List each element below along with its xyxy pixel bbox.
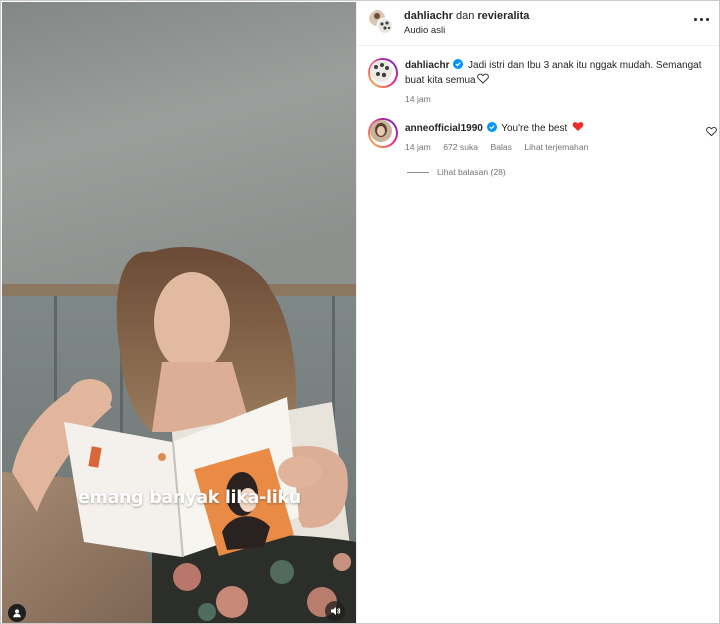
audio-link[interactable]: Audio asli bbox=[404, 25, 445, 36]
comments-panel: dahliachr dan revieralita Audio asli dah… bbox=[356, 2, 719, 623]
post-caption: dahliachr Jadi istri dan Ibu 3 anak itu … bbox=[405, 59, 705, 88]
collaborator-link[interactable]: revieralita bbox=[477, 10, 529, 22]
caption-text-line1: Jadi istri dan Ibu 3 anak itu nggak muda… bbox=[468, 60, 702, 71]
caption-username[interactable]: dahliachr bbox=[405, 60, 449, 71]
authors-joiner: dan bbox=[455, 10, 475, 22]
commenter-avatar[interactable] bbox=[368, 118, 398, 148]
comment-meta: 14 jam 672 suka Balas Lihat terjemahan bbox=[405, 142, 598, 152]
video-caption: emang banyak lika-liku bbox=[78, 488, 301, 508]
replies-divider bbox=[407, 171, 429, 173]
translate-button[interactable]: Lihat terjemahan bbox=[524, 142, 588, 152]
comment-likes[interactable]: 672 suka bbox=[443, 142, 478, 152]
video-frame bbox=[2, 2, 356, 623]
more-options-icon[interactable] bbox=[694, 14, 712, 24]
post-header: dahliachr dan revieralita Audio asli bbox=[357, 2, 719, 46]
sound-on-icon[interactable] bbox=[325, 601, 345, 621]
user-tag-icon[interactable] bbox=[8, 604, 26, 622]
collab-avatars[interactable] bbox=[368, 9, 394, 35]
comment-time: 14 jam bbox=[405, 142, 431, 152]
caption-time: 14 jam bbox=[405, 94, 431, 104]
white-heart-icon bbox=[476, 73, 489, 84]
view-replies-label: Lihat balasan (28) bbox=[437, 167, 506, 177]
comment-username[interactable]: anneofficial1990 bbox=[405, 123, 483, 134]
reel-video[interactable]: emang banyak lika-liku bbox=[2, 2, 356, 623]
like-comment-icon[interactable] bbox=[706, 126, 717, 137]
post-authors: dahliachr dan revieralita bbox=[404, 10, 529, 22]
red-heart-icon bbox=[572, 122, 584, 131]
view-replies-button[interactable]: Lihat balasan (28) bbox=[407, 167, 506, 177]
verified-badge-icon bbox=[486, 122, 497, 132]
caption-author-avatar[interactable] bbox=[368, 58, 398, 88]
verified-badge-icon bbox=[453, 59, 464, 69]
reply-button[interactable]: Balas bbox=[490, 142, 512, 152]
caption-text-line2: buat kita semua bbox=[405, 75, 476, 86]
comment-list-item: anneofficial1990 You're the best bbox=[405, 121, 695, 136]
author-link[interactable]: dahliachr bbox=[404, 10, 453, 22]
comment-text: You're the best bbox=[501, 123, 568, 134]
post-dialog: emang banyak lika-liku dahliachr dan rev… bbox=[0, 0, 720, 624]
caption-meta: 14 jam bbox=[405, 94, 441, 104]
